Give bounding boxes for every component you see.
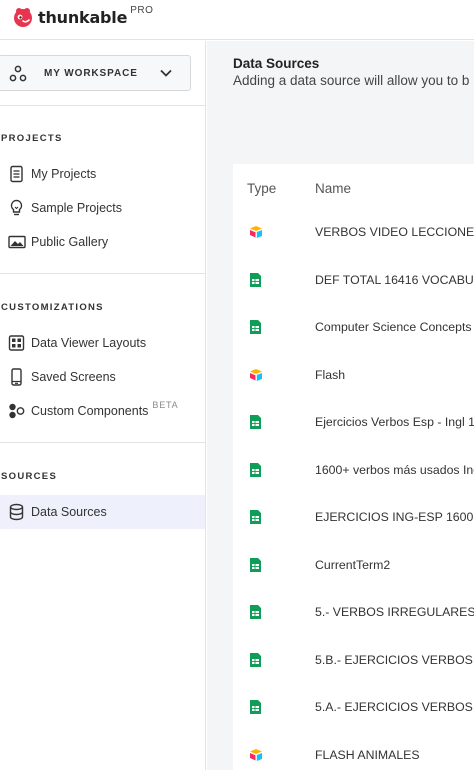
data-source-name[interactable]: Computer Science Concepts — [315, 320, 472, 334]
table-row[interactable]: CurrentTerm2 — [233, 542, 474, 589]
table-row[interactable]: 5.B.- EJERCICIOS VERBOS — [233, 637, 474, 684]
sidebar-item-label: Saved Screens — [31, 370, 116, 384]
data-source-name[interactable]: DEF TOTAL 16416 VOCABUL — [315, 273, 474, 287]
data-source-name[interactable]: 1600+ verbos más usados Ing — [315, 463, 474, 477]
main-content: Data Sources Adding a data source will a… — [207, 41, 474, 770]
workspace-icon — [9, 65, 27, 82]
brand-name: thunkable — [38, 7, 128, 27]
section-title-sources: SOURCES — [1, 471, 58, 482]
beta-badge: BETA — [152, 400, 179, 410]
database-icon — [9, 503, 24, 521]
sidebar-item-label: Public Gallery — [31, 235, 109, 249]
section-title-customizations: CUSTOMIZATIONS — [1, 302, 104, 313]
table-row[interactable]: 1600+ verbos más usados Ing — [233, 447, 474, 494]
data-source-name[interactable]: 5.- VERBOS IRREGULARES — [315, 605, 474, 619]
data-sources-table: Type Name VERBOS VIDEO LECCIONES DEF TOTA… — [233, 164, 474, 770]
sidebar-divider — [0, 273, 206, 274]
table-row[interactable]: FLASH ANIMALES — [233, 732, 474, 770]
sidebar-item-label: Data Sources — [31, 505, 107, 519]
top-bar: thunkable PRO — [0, 0, 474, 40]
sidebar-item-saved-screens[interactable]: Saved Screens — [0, 360, 205, 394]
data-source-name[interactable]: Ejercicios Verbos Esp - Ingl 1 — [315, 415, 474, 429]
google-sheets-icon — [250, 320, 261, 334]
phone-icon — [11, 368, 22, 386]
google-sheets-icon — [250, 700, 261, 714]
google-sheets-icon — [250, 605, 261, 619]
table-row[interactable]: 5.A.- EJERCICIOS VERBOS — [233, 684, 474, 731]
airtable-icon — [250, 368, 262, 381]
table-row[interactable]: Computer Science Concepts — [233, 304, 474, 351]
sidebar: MY WORKSPACE PROJECTS My Projects Sample… — [0, 41, 206, 770]
table-row[interactable]: 5.- VERBOS IRREGULARES — [233, 589, 474, 636]
components-icon — [9, 403, 25, 419]
table-row[interactable]: DEF TOTAL 16416 VOCABUL — [233, 257, 474, 304]
thunkable-logo-icon — [14, 8, 32, 27]
sidebar-item-label: Custom Components BETA — [31, 400, 178, 418]
google-sheets-icon — [250, 415, 261, 429]
thunkable-logo[interactable]: thunkable PRO — [12, 4, 154, 28]
page-subtitle: Adding a data source will allow you to b — [233, 73, 470, 88]
airtable-icon — [250, 226, 262, 238]
google-sheets-icon — [250, 462, 261, 477]
brand-tier-badge: PRO — [130, 4, 154, 16]
sidebar-divider — [0, 442, 206, 443]
sidebar-item-public-gallery[interactable]: Public Gallery — [0, 225, 205, 259]
data-source-name[interactable]: 5.A.- EJERCICIOS VERBOS — [315, 700, 473, 714]
google-sheets-icon — [250, 510, 261, 524]
lightbulb-icon — [10, 199, 23, 216]
table-row[interactable]: Flash — [233, 352, 474, 399]
google-sheets-icon — [250, 272, 261, 287]
sidebar-item-sample-projects[interactable]: Sample Projects — [0, 191, 205, 225]
data-source-name[interactable]: FLASH ANIMALES — [315, 748, 420, 762]
sidebar-item-label: Data Viewer Layouts — [31, 336, 147, 350]
document-icon — [10, 165, 23, 183]
data-source-name[interactable]: VERBOS VIDEO LECCIONES — [315, 225, 474, 239]
column-header-name[interactable]: Name — [315, 181, 351, 196]
section-title-projects: PROJECTS — [1, 133, 63, 144]
table-row[interactable]: Ejercicios Verbos Esp - Ingl 1 — [233, 399, 474, 446]
table-row[interactable]: VERBOS VIDEO LECCIONES — [233, 209, 474, 256]
sidebar-item-label: My Projects — [31, 167, 97, 181]
sidebar-item-label: Sample Projects — [31, 201, 123, 215]
workspace-selector[interactable]: MY WORKSPACE — [0, 55, 191, 91]
sidebar-item-data-sources[interactable]: Data Sources — [0, 495, 205, 529]
data-source-name[interactable]: 5.B.- EJERCICIOS VERBOS — [315, 653, 473, 667]
gallery-icon — [8, 235, 26, 249]
chevron-down-icon — [160, 69, 172, 77]
airtable-icon — [250, 748, 262, 761]
grid-icon — [8, 335, 25, 351]
data-source-name[interactable]: Flash — [315, 368, 345, 382]
sidebar-item-custom-components[interactable]: Custom Components BETA — [0, 394, 205, 428]
table-row[interactable]: EJERCICIOS ING-ESP 1600 — [233, 494, 474, 541]
sidebar-item-data-viewer-layouts[interactable]: Data Viewer Layouts — [0, 326, 205, 360]
sidebar-divider — [0, 105, 206, 106]
page-title: Data Sources — [233, 56, 320, 71]
custom-components-label: Custom Components — [31, 404, 149, 418]
column-header-type[interactable]: Type — [247, 181, 276, 196]
google-sheets-icon — [250, 557, 261, 572]
workspace-label: MY WORKSPACE — [44, 68, 138, 79]
data-source-name[interactable]: EJERCICIOS ING-ESP 1600 — [315, 510, 473, 524]
data-source-name[interactable]: CurrentTerm2 — [315, 558, 390, 572]
google-sheets-icon — [250, 652, 261, 667]
sidebar-item-my-projects[interactable]: My Projects — [0, 157, 205, 191]
